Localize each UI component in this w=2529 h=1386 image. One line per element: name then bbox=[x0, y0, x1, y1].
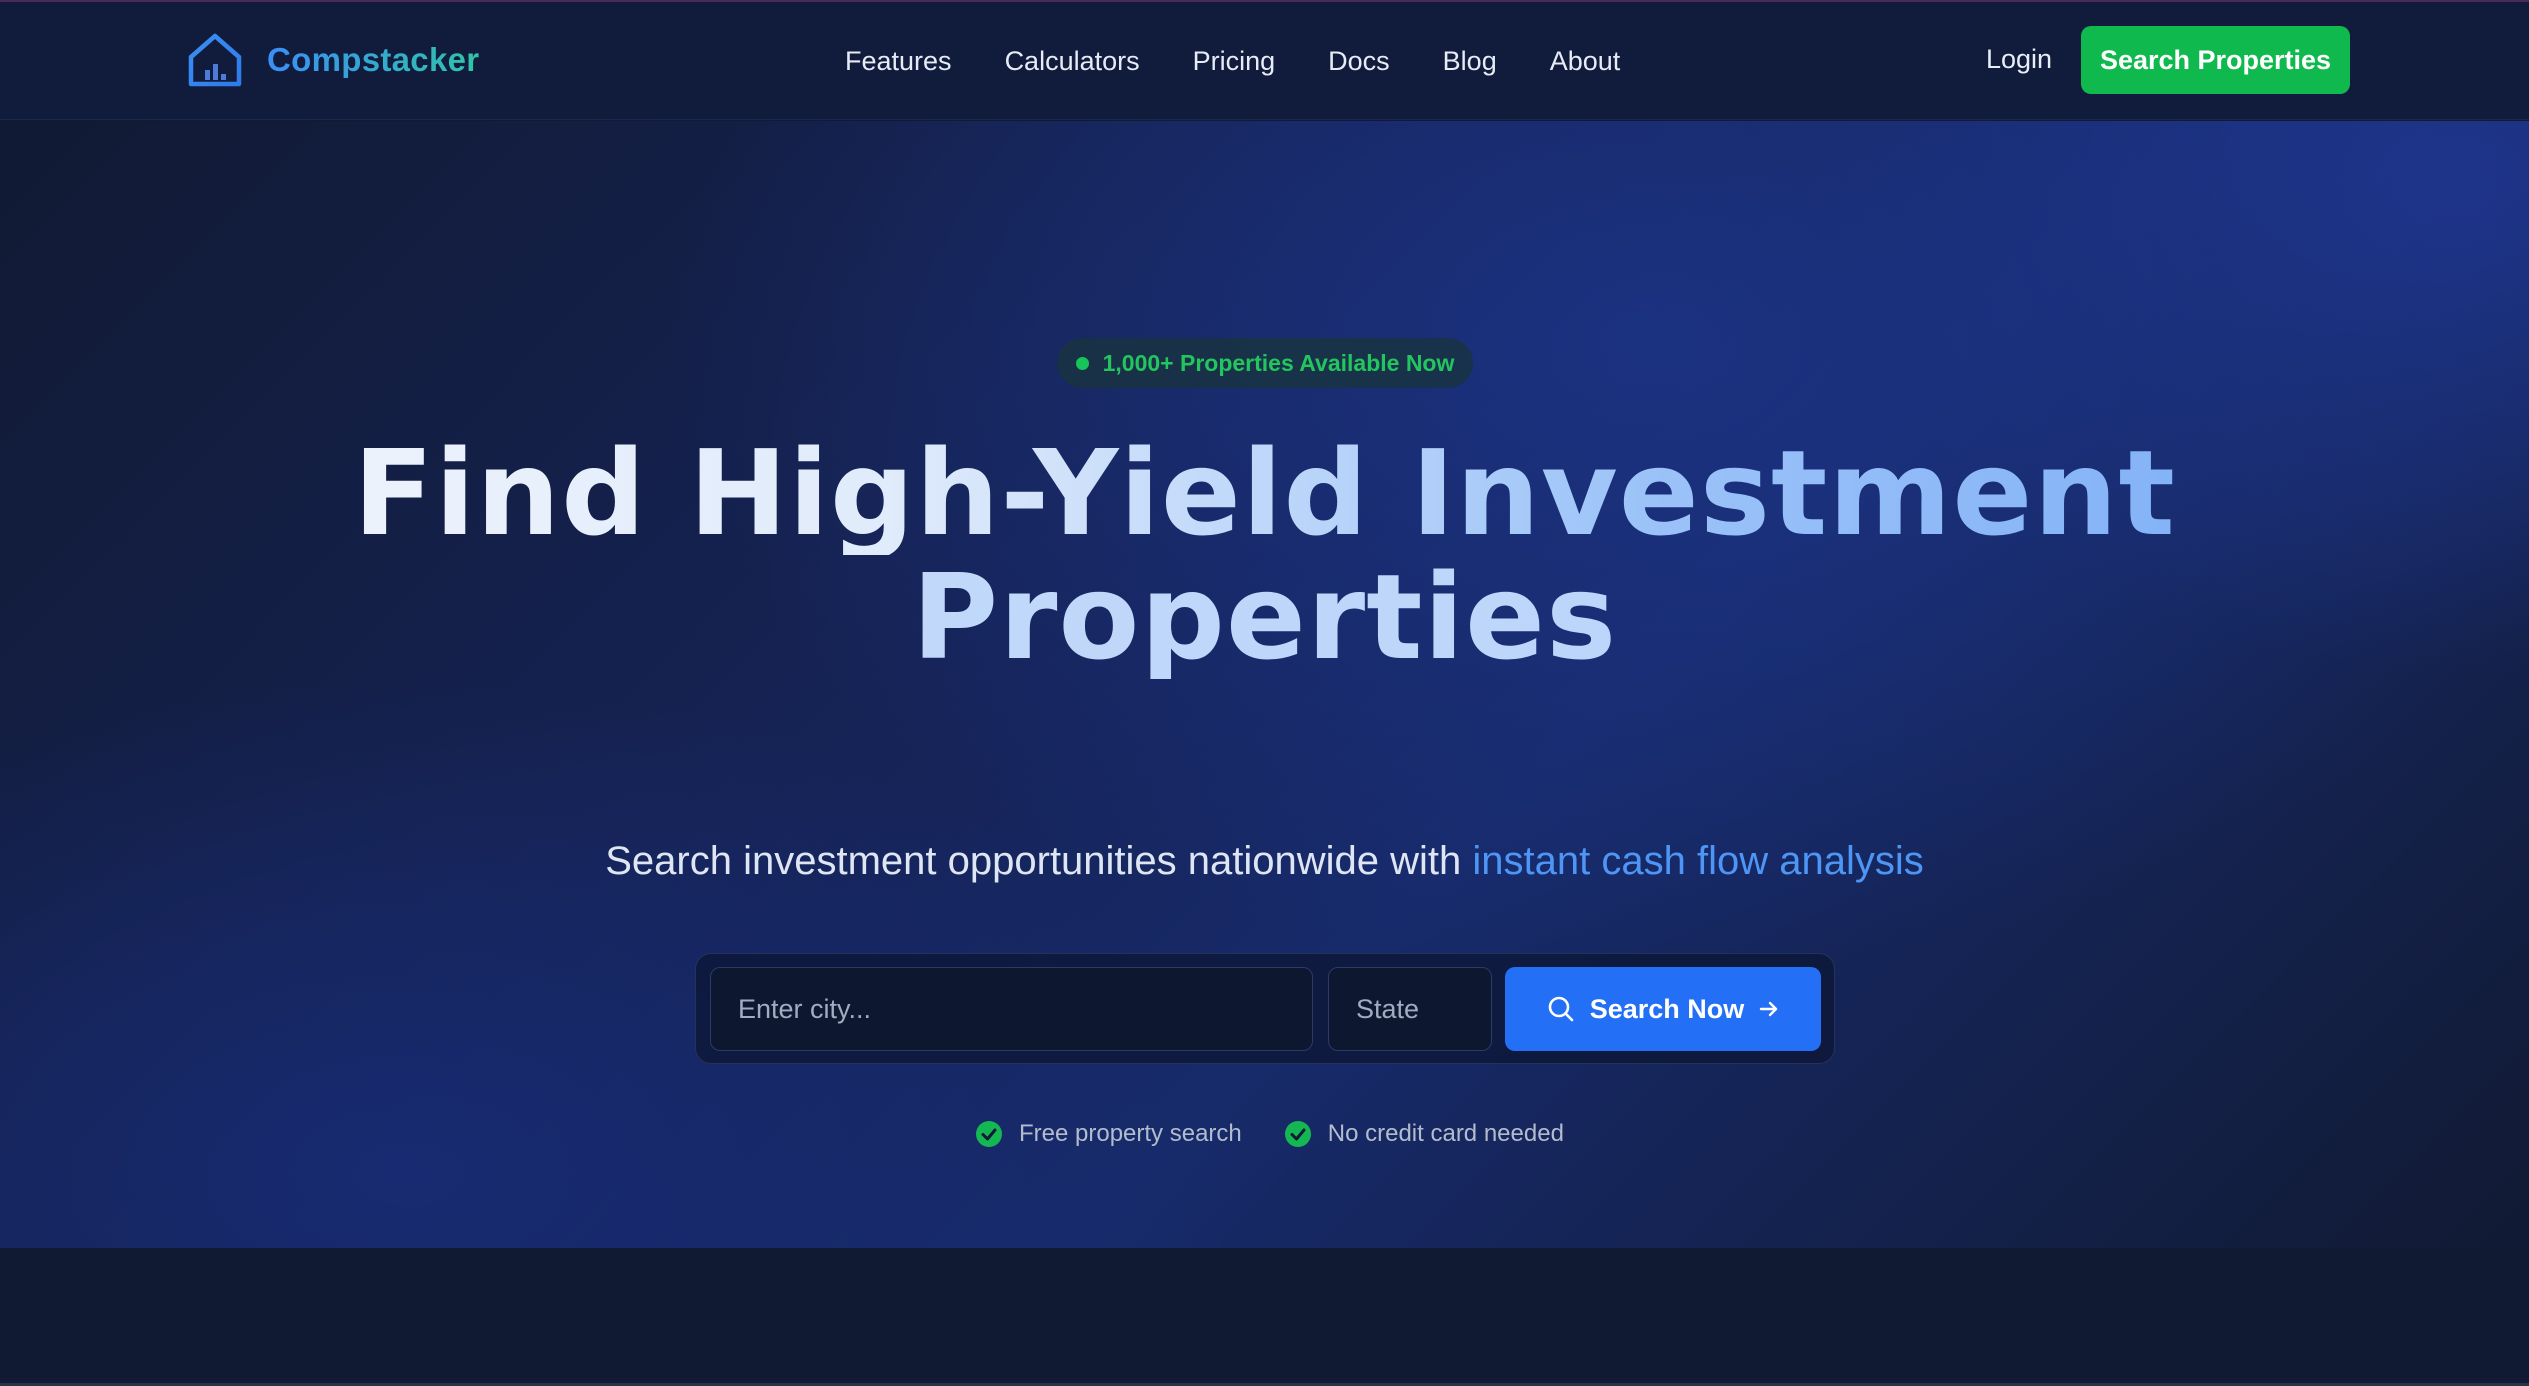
perk-text: Free property search bbox=[1019, 1120, 1242, 1147]
subtitle-highlight: instant cash flow analysis bbox=[1472, 839, 1924, 883]
status-dot-icon bbox=[1075, 356, 1089, 370]
hero-subtitle: Search investment opportunities nationwi… bbox=[0, 839, 2529, 884]
search-icon bbox=[1546, 994, 1576, 1024]
search-now-button[interactable]: Search Now bbox=[1505, 967, 1821, 1051]
logo[interactable]: Compstacker bbox=[185, 30, 479, 90]
site-header: Compstacker Features Calculators Pricing… bbox=[0, 2, 2529, 120]
check-circle-icon bbox=[1284, 1120, 1312, 1148]
state-input[interactable] bbox=[1328, 967, 1492, 1051]
search-properties-button[interactable]: Search Properties bbox=[2081, 26, 2350, 94]
perk-text: No credit card needed bbox=[1327, 1120, 1564, 1147]
main-nav: Features Calculators Pricing Docs Blog A… bbox=[845, 2, 1620, 120]
hero-section: 1,000+ Properties Available Now Find Hig… bbox=[0, 121, 2529, 1248]
headline-line-2: Properties bbox=[0, 555, 2529, 679]
nav-blog[interactable]: Blog bbox=[1443, 46, 1497, 77]
check-circle-icon bbox=[975, 1120, 1003, 1148]
perks-list: Free property search No credit card need… bbox=[975, 1120, 1564, 1148]
nav-pricing[interactable]: Pricing bbox=[1193, 46, 1276, 77]
nav-docs[interactable]: Docs bbox=[1328, 46, 1390, 77]
login-link[interactable]: Login bbox=[1986, 44, 2052, 75]
headline-line-1: Find High-Yield Investment bbox=[0, 431, 2529, 555]
badge-text: 1,000+ Properties Available Now bbox=[1102, 349, 1455, 376]
nav-about[interactable]: About bbox=[1550, 46, 1621, 77]
subtitle-text: Search investment opportunities nationwi… bbox=[605, 839, 1473, 883]
perk-item: Free property search bbox=[975, 1120, 1242, 1148]
lower-section bbox=[0, 1248, 2529, 1383]
property-search-form: Search Now bbox=[695, 953, 1835, 1064]
house-chart-icon bbox=[185, 30, 245, 90]
nav-calculators[interactable]: Calculators bbox=[1005, 46, 1140, 77]
perk-item: No credit card needed bbox=[1284, 1120, 1564, 1148]
availability-badge: 1,000+ Properties Available Now bbox=[1057, 338, 1473, 388]
arrow-right-icon bbox=[1758, 998, 1780, 1020]
page: Compstacker Features Calculators Pricing… bbox=[0, 0, 2529, 1386]
nav-features[interactable]: Features bbox=[845, 46, 952, 77]
brand-name: Compstacker bbox=[267, 41, 480, 78]
hero-headline: Find High-Yield Investment Properties bbox=[0, 431, 2529, 679]
city-input[interactable] bbox=[710, 967, 1313, 1051]
search-now-label: Search Now bbox=[1589, 993, 1745, 1024]
